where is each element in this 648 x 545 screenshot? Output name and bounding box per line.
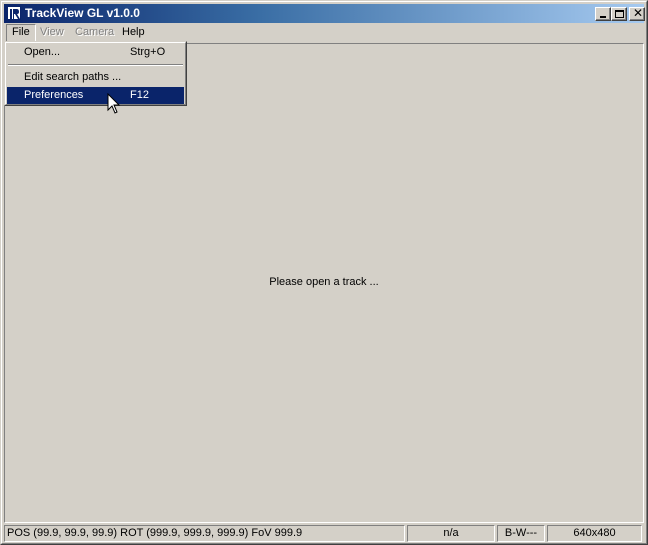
close-icon: ✕ (632, 6, 644, 20)
status-field-2: n/a (407, 525, 495, 542)
maximize-button[interactable] (611, 7, 627, 21)
minimize-button[interactable] (595, 7, 611, 21)
minimize-icon (600, 16, 606, 18)
app-logo-icon[interactable] (7, 6, 21, 20)
menu-item-shortcut: Strg+O (130, 46, 166, 58)
track-viewport[interactable]: Please open a track ... (4, 43, 644, 523)
status-field-3: B-W--- (497, 525, 545, 542)
menu-item-preferences[interactable]: Preferences F12 (7, 87, 184, 104)
menu-item-open[interactable]: Open... Strg+O (7, 44, 184, 61)
status-bar: POS (99.9, 99.9, 99.9) ROT (999.9, 999.9… (4, 524, 644, 542)
status-position: POS (99.9, 99.9, 99.9) ROT (999.9, 999.9… (4, 525, 405, 542)
app-logo-glyph (9, 8, 20, 19)
menu-view[interactable]: View (35, 24, 69, 42)
mouse-pointer-icon (107, 93, 121, 114)
menu-item-label: Preferences (24, 89, 84, 101)
menu-item-edit-search-paths[interactable]: Edit search paths ... (7, 69, 184, 86)
empty-state-message: Please open a track ... (269, 276, 379, 288)
file-menu-dropdown: Open... Strg+O Edit search paths ... Pre… (4, 41, 187, 106)
menu-item-label: Edit search paths ... (24, 71, 122, 83)
menu-bar: File View Camera Help (4, 24, 644, 42)
close-button[interactable]: ✕ (629, 7, 645, 21)
status-resolution: 640x480 (547, 525, 642, 542)
menu-help[interactable]: Help (117, 24, 150, 42)
window-title: TrackView GL v1.0.0 (25, 6, 140, 20)
title-bar[interactable]: TrackView GL v1.0.0 ✕ (4, 4, 645, 23)
maximize-icon (615, 10, 624, 18)
menu-file[interactable]: File (6, 24, 36, 42)
menu-item-label: Open... (24, 46, 61, 58)
menu-item-shortcut: F12 (130, 89, 149, 101)
menu-camera[interactable]: Camera (70, 24, 119, 42)
menu-separator (8, 64, 183, 66)
